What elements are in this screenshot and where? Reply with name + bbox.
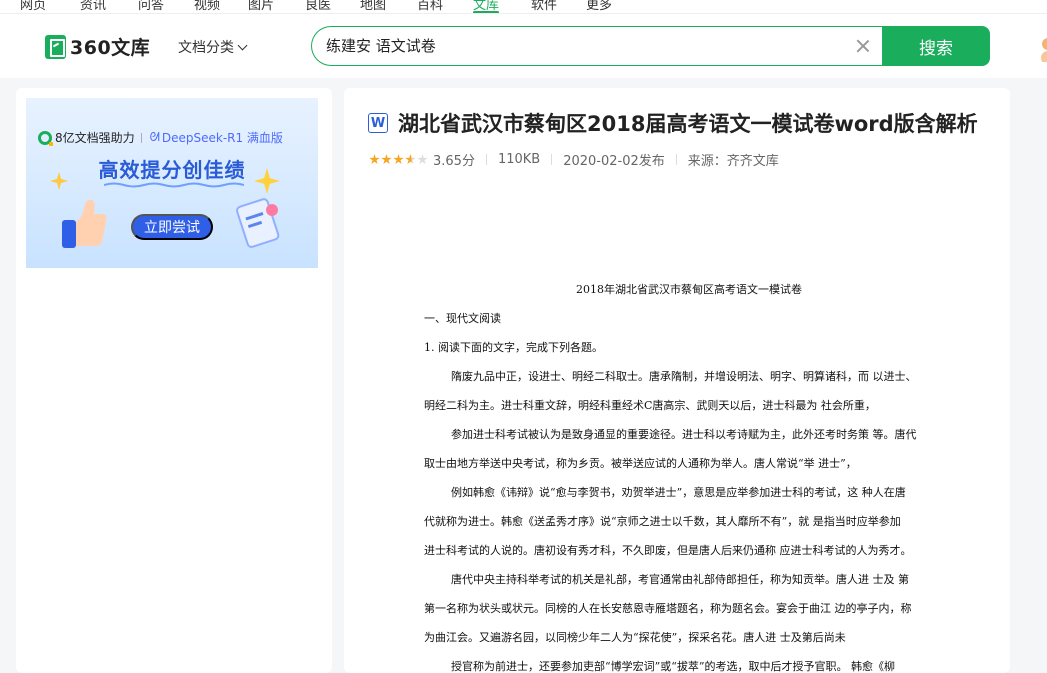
nav-item-software[interactable]: 软件 bbox=[531, 0, 557, 13]
doc-heading: 2018年湖北省武汉市蔡甸区高考语文一模试卷 bbox=[576, 283, 802, 296]
nav-item-health[interactable]: 良医 bbox=[305, 0, 331, 13]
divider bbox=[140, 132, 142, 143]
search-box bbox=[311, 26, 883, 66]
doc-line: 1. 阅读下面的文字，完成下列各题。 bbox=[424, 341, 603, 354]
doc-line: 例如韩愈《讳辩》说“愈与李贺书，劝贺举进士”，意思是应举参加进士科的考试，这 种… bbox=[451, 486, 906, 499]
word-doc-icon: W bbox=[368, 113, 388, 133]
wenku-logo-icon bbox=[45, 34, 66, 59]
doc-line: 进士科考试的人说的。唐初设有秀才科，不久即废，但是唐人后来仍通称 应进士科考试的… bbox=[424, 544, 912, 557]
document-title: 湖北省武汉市蔡甸区2018届高考语文一模试卷word版含解析 bbox=[398, 112, 978, 136]
star-empty-icon bbox=[417, 154, 428, 165]
banner-tagline: 8亿文档强助力 bbox=[55, 131, 135, 145]
nav-item-more[interactable]: 更多 bbox=[586, 0, 612, 13]
clear-icon[interactable] bbox=[855, 38, 871, 54]
document-title-row: W 湖北省武汉市蔡甸区2018届高考语文一模试卷word版含解析 bbox=[368, 108, 978, 138]
try-now-button[interactable]: 立即尝试 bbox=[131, 214, 213, 240]
publish-date: 2020-02-02发布 bbox=[563, 154, 665, 169]
search-button[interactable]: 搜索 bbox=[882, 26, 990, 66]
star-icon bbox=[254, 168, 280, 194]
doc-line: 一、现代文阅读 bbox=[424, 312, 501, 325]
doc-line: 为曲江会。又遍游名园，以同榜少年二人为“探花使”，探采名花。唐人进 士及第后尚未 bbox=[424, 631, 846, 644]
document-meta: 3.65分 110KB 2020-02-02发布 来源：齐齐文库 bbox=[369, 150, 779, 169]
divider bbox=[675, 154, 677, 165]
doc-line: 代就称为进士。韩愈《送孟秀才序》说“京师之进士以千数，其人靡所不有”，就 是指当… bbox=[424, 515, 901, 528]
chevron-down-icon bbox=[237, 40, 248, 50]
search-q-icon bbox=[38, 130, 53, 146]
logo-text: 360文库 bbox=[70, 37, 151, 59]
logo[interactable]: 360文库 bbox=[45, 33, 150, 60]
doc-line: 参加进士科考试被认为是致身通显的重要途径。进士科以考诗赋为主，此外还考时务策 等… bbox=[451, 428, 917, 441]
doc-line: 明经二科为主。进士科重文辞，明经科重经术C唐高宗、武则天以后，进士科最为 社会所… bbox=[424, 399, 876, 412]
top-nav: 网页 资讯 问答 视频 图片 良医 地图 百科 文库 软件 更多 bbox=[0, 0, 1047, 14]
header: 360文库 文档分类 搜索 bbox=[0, 14, 1047, 78]
doc-line: 授官称为前进士，还要参加吏部“博学宏词”或“拔萃”的考选，取中后才授予官职。 韩… bbox=[451, 660, 895, 673]
doc-line: 取士由地方举送中央考试，称为乡贡。被举送应试的人通称为举人。唐人常说“举 进士”… bbox=[424, 457, 857, 470]
wave-underline-icon bbox=[104, 182, 244, 188]
nav-item-qa[interactable]: 问答 bbox=[138, 0, 164, 13]
ai-promo-banner[interactable]: 8亿文档强助力 ᘛ DeepSeek-R1 满血版 高效提分创佳绩 立即尝试 bbox=[26, 98, 318, 268]
nav-item-web[interactable]: 网页 bbox=[20, 0, 46, 13]
deepseek-label: DeepSeek-R1 满血版 bbox=[161, 131, 283, 145]
star-icon bbox=[393, 154, 404, 165]
source-label[interactable]: 来源：齐齐文库 bbox=[688, 150, 779, 169]
nav-item-map[interactable]: 地图 bbox=[360, 0, 386, 13]
left-sidebar: 8亿文档强助力 ᘛ DeepSeek-R1 满血版 高效提分创佳绩 立即尝试 bbox=[16, 88, 332, 673]
rating-score: 3.65分 bbox=[433, 154, 475, 169]
doc-line: 第一名称为状头或状元。同榜的人在长安慈恩寺雁塔题名，称为题名会。宴会于曲江 边的… bbox=[424, 602, 912, 615]
deepseek-whale-icon: ᘛ bbox=[149, 130, 160, 144]
file-size: 110KB bbox=[497, 152, 541, 167]
rating-stars bbox=[369, 154, 428, 165]
search-input[interactable] bbox=[326, 27, 846, 64]
doc-category-dropdown[interactable]: 文档分类 bbox=[178, 37, 248, 57]
user-avatar-icon[interactable] bbox=[1038, 32, 1047, 62]
thumbs-up-icon bbox=[62, 199, 107, 248]
document-preview: 2018年湖北省武汉市蔡甸区高考语文一模试卷 一、现代文阅读 1. 阅读下面的文… bbox=[344, 248, 1010, 673]
document-icon bbox=[236, 198, 280, 248]
document-panel: W 湖北省武汉市蔡甸区2018届高考语文一模试卷word版含解析 3.65分 1… bbox=[344, 88, 1010, 673]
doc-category-label: 文档分类 bbox=[178, 40, 234, 56]
doc-line: 唐代中央主持科举考试的机关是礼部，考官通常由礼部侍郎担任，称为知贡举。唐人进 士… bbox=[451, 573, 909, 586]
divider bbox=[551, 154, 553, 165]
star-icon bbox=[381, 154, 392, 165]
divider bbox=[485, 154, 487, 165]
sparkle-icon bbox=[50, 172, 68, 190]
star-icon bbox=[369, 154, 380, 165]
nav-item-news[interactable]: 资讯 bbox=[80, 0, 106, 13]
doc-line: 隋废九品中正，设进士、明经二科取士。唐承隋制，并增设明法、明字、明算诸科，而 以… bbox=[451, 370, 917, 383]
nav-item-video[interactable]: 视频 bbox=[194, 0, 220, 13]
nav-item-baike[interactable]: 百科 bbox=[417, 0, 443, 13]
star-half-icon bbox=[405, 154, 416, 165]
nav-item-images[interactable]: 图片 bbox=[248, 0, 274, 13]
banner-tagline-row: 8亿文档强助力 ᘛ DeepSeek-R1 满血版 bbox=[38, 129, 283, 146]
